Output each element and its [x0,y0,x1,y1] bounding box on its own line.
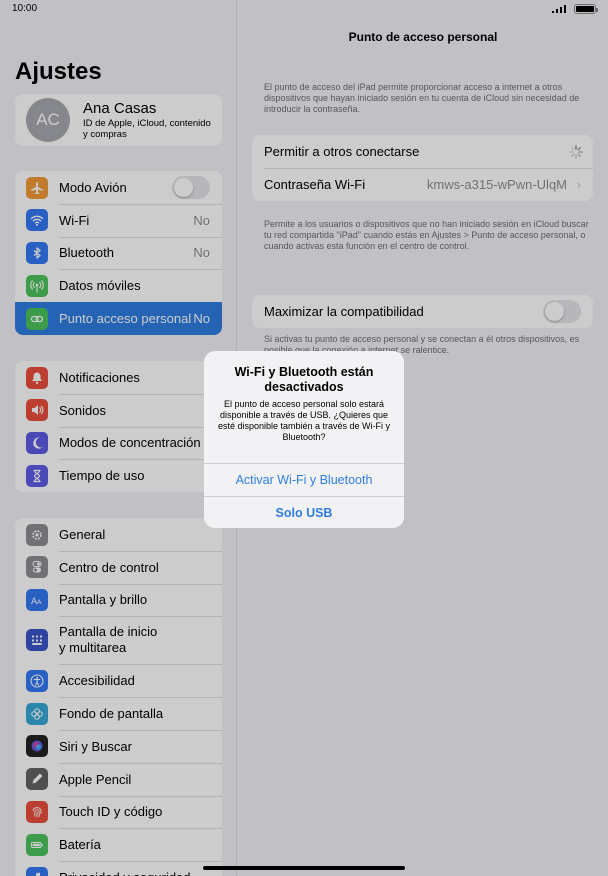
usb-only-button[interactable]: Solo USB [204,496,404,528]
alert-message: El punto de acceso personal solo estará … [217,399,391,442]
alert-title: Wi-Fi y Bluetooth están desactivados [234,365,374,394]
enable-wifi-bluetooth-button[interactable]: Activar Wi-Fi y Bluetooth [204,463,404,495]
home-indicator[interactable] [203,866,405,870]
wifi-bluetooth-alert: Wi-Fi y Bluetooth están desactivados El … [204,351,404,528]
